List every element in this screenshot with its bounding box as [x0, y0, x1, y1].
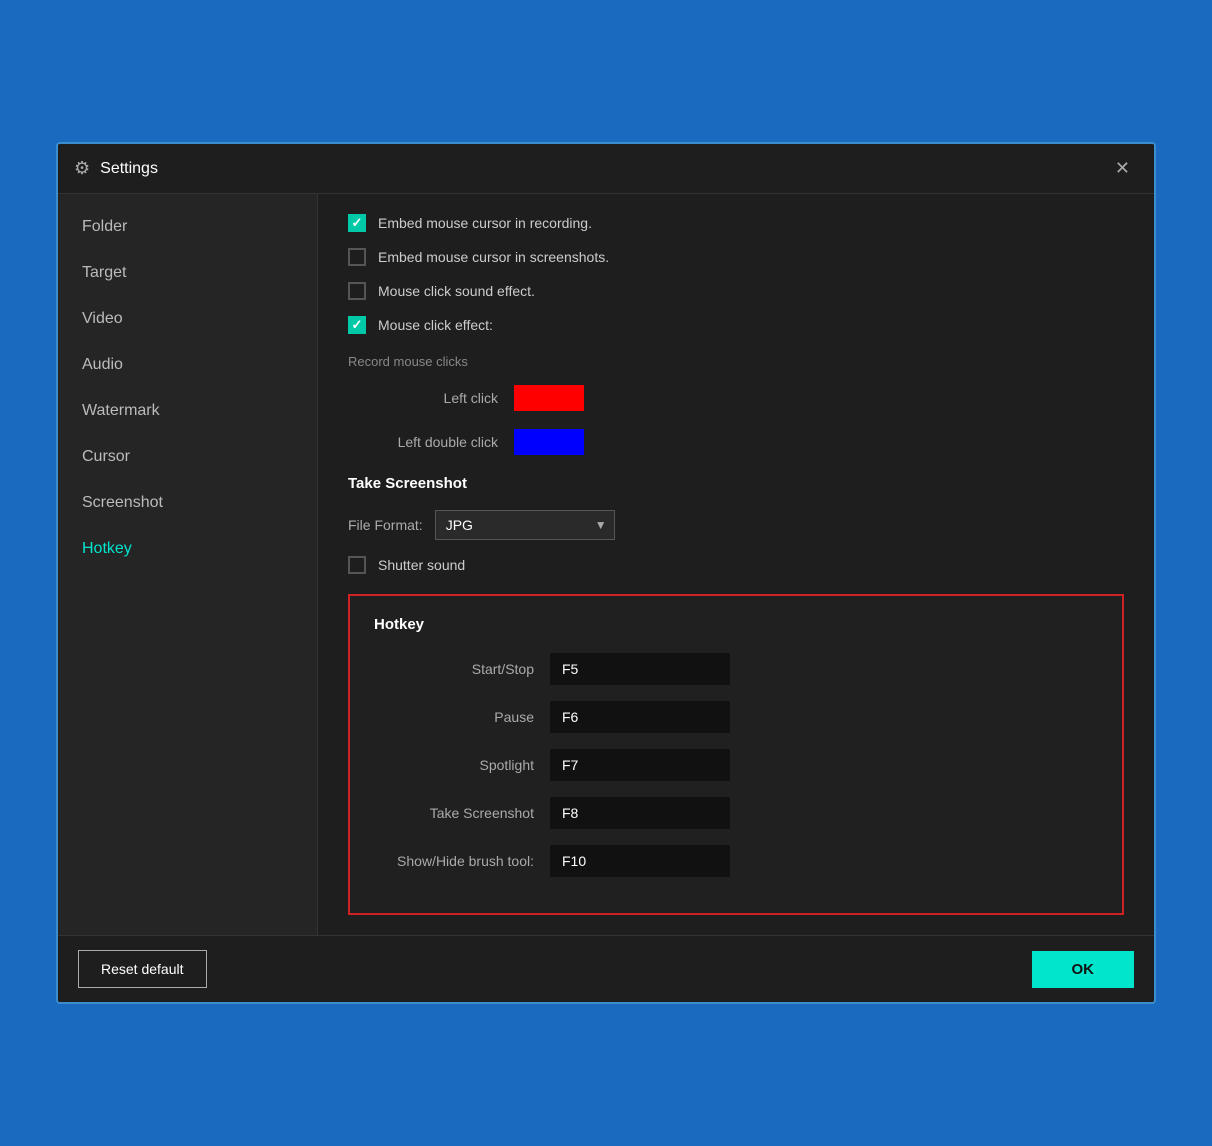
main-area: Folder Target Video Audio Watermark Curs…	[58, 194, 1154, 935]
hotkey-label-startstop: Start/Stop	[374, 661, 534, 677]
checkbox-row-click-sound: Mouse click sound effect.	[348, 282, 1124, 300]
checkbox-embed-screenshots[interactable]	[348, 248, 366, 266]
left-double-click-color[interactable]	[514, 429, 584, 455]
hotkey-label-spotlight: Spotlight	[374, 757, 534, 773]
checkbox-shutter-sound[interactable]	[348, 556, 366, 574]
checkbox-click-sound[interactable]	[348, 282, 366, 300]
hotkey-label-pause: Pause	[374, 709, 534, 725]
close-button[interactable]: ✕	[1107, 154, 1138, 183]
footer: Reset default OK	[58, 935, 1154, 1002]
file-format-label: File Format:	[348, 517, 423, 533]
checkbox-embed-recording[interactable]	[348, 214, 366, 232]
hotkey-row-startstop: Start/Stop	[374, 653, 1098, 685]
checkbox-embed-screenshots-label: Embed mouse cursor in screenshots.	[378, 249, 609, 265]
left-click-label: Left click	[348, 390, 498, 406]
shutter-sound-label: Shutter sound	[378, 557, 465, 573]
hotkey-input-take-screenshot[interactable]	[550, 797, 730, 829]
sidebar-item-screenshot[interactable]: Screenshot	[58, 480, 317, 526]
file-format-select[interactable]: JPG PNG BMP	[435, 510, 615, 540]
sidebar: Folder Target Video Audio Watermark Curs…	[58, 194, 318, 935]
hotkey-row-pause: Pause	[374, 701, 1098, 733]
window-title: Settings	[100, 160, 1107, 178]
left-double-click-label: Left double click	[348, 434, 498, 450]
left-click-row: Left click	[348, 385, 1124, 411]
checkbox-click-effect[interactable]	[348, 316, 366, 334]
checkbox-embed-recording-label: Embed mouse cursor in recording.	[378, 215, 592, 231]
take-screenshot-section: Take Screenshot File Format: JPG PNG BMP	[348, 475, 1124, 574]
hotkey-input-startstop[interactable]	[550, 653, 730, 685]
checkbox-row-click-effect: Mouse click effect:	[348, 316, 1124, 334]
hotkey-row-brush-tool: Show/Hide brush tool:	[374, 845, 1098, 877]
hotkey-input-brush-tool[interactable]	[550, 845, 730, 877]
content-area: Embed mouse cursor in recording. Embed m…	[318, 194, 1154, 935]
ok-button[interactable]: OK	[1032, 951, 1135, 988]
scroll-container[interactable]: Embed mouse cursor in recording. Embed m…	[318, 194, 1154, 935]
take-screenshot-title: Take Screenshot	[348, 475, 1124, 492]
hotkey-section: Hotkey Start/Stop Pause Spotlight T	[348, 594, 1124, 915]
sidebar-item-folder[interactable]: Folder	[58, 204, 317, 250]
sidebar-item-video[interactable]: Video	[58, 296, 317, 342]
hotkey-input-pause[interactable]	[550, 701, 730, 733]
hotkey-input-spotlight[interactable]	[550, 749, 730, 781]
hotkey-section-title: Hotkey	[374, 616, 1098, 633]
record-clicks-label: Record mouse clicks	[348, 354, 1124, 369]
sidebar-item-watermark[interactable]: Watermark	[58, 388, 317, 434]
left-click-color[interactable]	[514, 385, 584, 411]
file-format-row: File Format: JPG PNG BMP	[348, 510, 1124, 540]
hotkey-label-brush-tool: Show/Hide brush tool:	[374, 853, 534, 869]
record-clicks-section: Record mouse clicks Left click Left doub…	[348, 354, 1124, 455]
reset-default-button[interactable]: Reset default	[78, 950, 207, 988]
shutter-sound-row: Shutter sound	[348, 556, 1124, 574]
sidebar-item-target[interactable]: Target	[58, 250, 317, 296]
hotkey-label-take-screenshot: Take Screenshot	[374, 805, 534, 821]
checkbox-click-effect-label: Mouse click effect:	[378, 317, 493, 333]
left-double-click-row: Left double click	[348, 429, 1124, 455]
checkbox-row-embed-screenshots: Embed mouse cursor in screenshots.	[348, 248, 1124, 266]
checkbox-row-embed-recording: Embed mouse cursor in recording.	[348, 214, 1124, 232]
titlebar: ⚙ Settings ✕	[58, 144, 1154, 194]
hotkey-row-spotlight: Spotlight	[374, 749, 1098, 781]
checkbox-click-sound-label: Mouse click sound effect.	[378, 283, 535, 299]
sidebar-item-cursor[interactable]: Cursor	[58, 434, 317, 480]
settings-window: ⚙ Settings ✕ Folder Target Video Audio W…	[56, 142, 1156, 1004]
sidebar-item-hotkey[interactable]: Hotkey	[58, 526, 317, 572]
settings-icon: ⚙	[74, 158, 90, 179]
hotkey-row-take-screenshot: Take Screenshot	[374, 797, 1098, 829]
cursor-section: Embed mouse cursor in recording. Embed m…	[348, 214, 1124, 334]
sidebar-item-audio[interactable]: Audio	[58, 342, 317, 388]
file-format-select-wrapper: JPG PNG BMP	[435, 510, 615, 540]
